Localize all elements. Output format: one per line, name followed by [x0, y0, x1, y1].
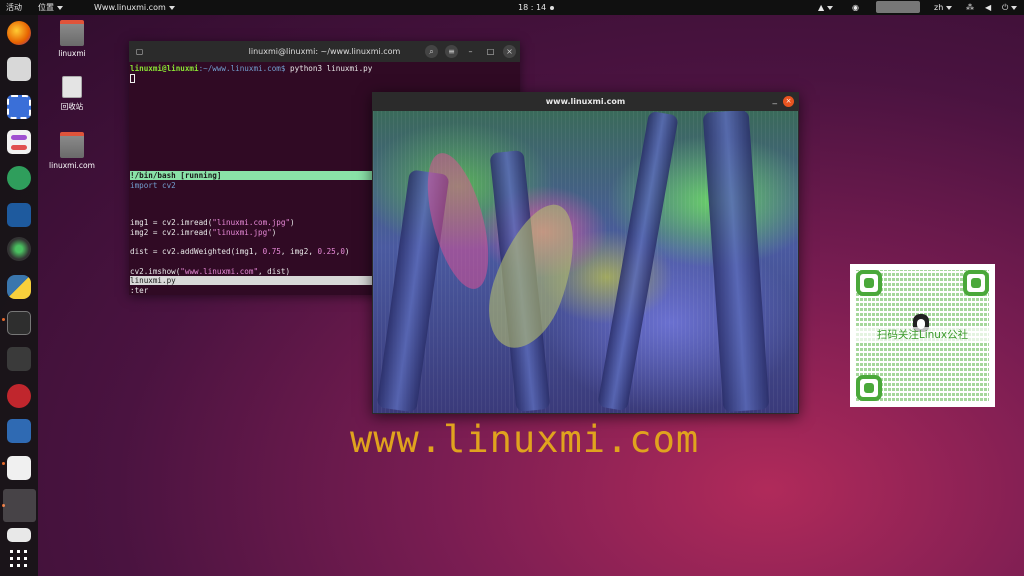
folder-icon	[60, 132, 84, 158]
accessibility-icon[interactable]: ◉	[852, 2, 859, 13]
terminal-titlebar[interactable]: ▢ linuxmi@linuxmi: ~/www.linuxmi.com ⌕ ≡…	[129, 41, 520, 62]
clock-label: 18 : 14	[518, 3, 547, 12]
code-line: dist = cv2.addWeighted(img1, 0.75, img2,…	[130, 247, 350, 256]
desktop-icon-label: 回收站	[60, 102, 84, 111]
tree-trunk	[597, 111, 679, 412]
code-line: cv2.imshow("www.linuxmi.com", dist)	[130, 267, 291, 276]
chevron-down-icon	[168, 5, 175, 10]
qr-label: 扫码关注Linux公社	[850, 327, 995, 342]
app-menu-label: Www.linuxmi.com	[94, 3, 166, 12]
vim-status-bar: !/bin/bash [running]	[130, 171, 390, 180]
command-line[interactable]: :ter	[130, 286, 148, 295]
image-window-title: www.linuxmi.com	[545, 97, 626, 106]
android-studio-icon[interactable]	[7, 166, 31, 190]
desktop-icon-home[interactable]: linuxmi	[44, 20, 100, 58]
language-label: zh	[934, 3, 944, 12]
network-tool-icon[interactable]	[7, 384, 31, 408]
desktop-icon-label: linuxmi.com	[49, 161, 95, 170]
leaf-overlay	[474, 193, 592, 359]
files-icon[interactable]	[7, 57, 31, 81]
trash-icon	[62, 76, 82, 98]
screen-indicator-icon[interactable]	[876, 1, 920, 13]
home-folder-icon	[60, 20, 84, 46]
volume-icon[interactable]: ◀	[985, 2, 991, 13]
maximize-icon[interactable]: □	[484, 45, 497, 58]
chevron-down-icon	[946, 5, 953, 10]
clock[interactable]: 18 : 14	[518, 2, 555, 13]
image-window-titlebar[interactable]: www.linuxmi.com _ ×	[372, 92, 799, 111]
activities-button[interactable]: 活动	[6, 2, 22, 13]
record-indicator-icon[interactable]: ▲	[818, 2, 834, 13]
terminal-title: linuxmi@linuxmi: ~/www.linuxmi.com	[248, 47, 401, 56]
firefox-icon[interactable]	[7, 21, 31, 45]
search-icon[interactable]: ⌕	[425, 45, 438, 58]
qr-finder-icon	[963, 270, 989, 296]
cursor	[130, 74, 135, 83]
blended-image	[373, 111, 798, 413]
desktop-icon-folder[interactable]: linuxmi.com	[44, 132, 100, 170]
chrome-icon[interactable]	[7, 237, 31, 261]
active-app-slot[interactable]	[3, 489, 36, 522]
file-status-bar: linuxmi.py	[130, 276, 390, 285]
code-line: img1 = cv2.imread("linuxmi.com.jpg")	[130, 218, 295, 227]
vscode-icon[interactable]	[7, 203, 31, 227]
code-line: img2 = cv2.imread("linuxmi.jpg")	[130, 228, 277, 237]
show-applications-icon[interactable]	[10, 549, 28, 567]
qr-finder-icon	[856, 375, 882, 401]
running-indicator	[2, 318, 5, 321]
virtualbox-icon[interactable]	[7, 419, 31, 443]
top-bar: 活动 位置 Www.linuxmi.com 18 : 14 ▲ ◉ zh ⁂ ◀…	[0, 0, 1024, 15]
image-window[interactable]: www.linuxmi.com _ ×	[372, 92, 799, 414]
qr-code: 扫码关注Linux公社	[850, 264, 995, 407]
power-icon[interactable]: ⏻	[1002, 2, 1018, 13]
tree-trunk	[702, 111, 770, 413]
dock	[0, 15, 38, 576]
desktop-icon-label: linuxmi	[58, 49, 86, 58]
prompt-line: linuxmi@linuxmi:~/www.linuxmi.com$ pytho…	[130, 64, 373, 73]
minimize-icon[interactable]: _	[773, 95, 778, 105]
running-indicator	[2, 462, 5, 465]
menu-icon[interactable]: ≡	[445, 45, 458, 58]
terminal-icon[interactable]	[7, 311, 31, 335]
screenshot-icon[interactable]	[7, 95, 31, 119]
disk-icon[interactable]	[7, 528, 31, 542]
places-menu[interactable]: 位置	[38, 2, 63, 13]
close-icon[interactable]: ×	[783, 96, 794, 107]
language-menu[interactable]: zh	[934, 2, 953, 13]
watermark-text: www.linuxmi.com	[350, 418, 700, 461]
close-icon[interactable]: ×	[503, 45, 516, 58]
text-editor-icon[interactable]	[7, 456, 31, 480]
minimize-icon[interactable]: –	[464, 45, 477, 58]
chevron-down-icon	[57, 5, 63, 10]
places-label: 位置	[38, 3, 54, 12]
qr-finder-icon	[856, 270, 882, 296]
calculator-icon[interactable]	[7, 347, 31, 371]
app-menu[interactable]: Www.linuxmi.com	[94, 2, 175, 13]
python-icon[interactable]	[7, 275, 31, 299]
code-line: import cv2	[130, 181, 176, 190]
network-icon[interactable]: ⁂	[966, 2, 974, 13]
desktop-icon-trash[interactable]: 回收站	[44, 76, 100, 112]
notification-dot-icon	[550, 5, 555, 10]
settings-toggle-icon[interactable]	[7, 130, 31, 154]
